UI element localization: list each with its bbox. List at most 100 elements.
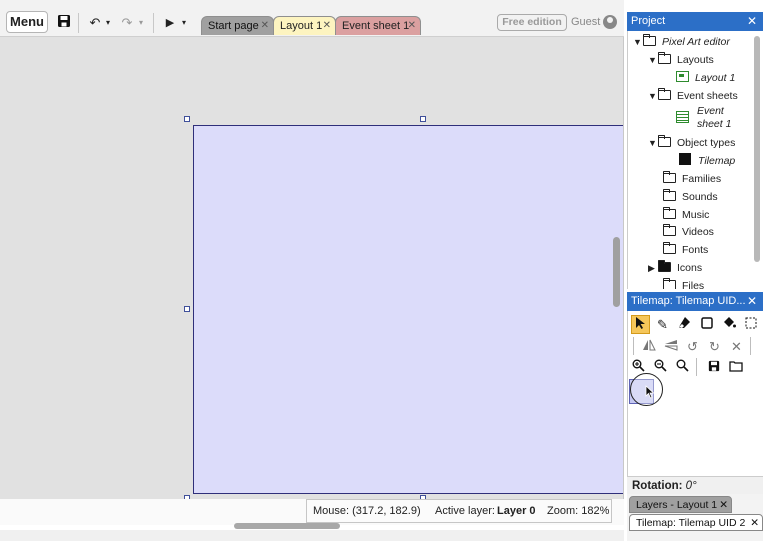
horizontal-scrollbar[interactable] — [234, 523, 340, 529]
tree-label: Fonts — [682, 244, 709, 256]
tilemap-panel-header: Tilemap: Tilemap UID... ✕ — [627, 292, 763, 311]
free-edition-badge[interactable]: Free edition — [497, 14, 567, 31]
tree-item-layouts[interactable]: ▼ Layouts — [648, 52, 714, 68]
rectangle-tool-icon[interactable] — [697, 315, 716, 334]
tab-label: Event sheet 1 — [342, 20, 410, 32]
play-icon[interactable]: ▶ — [163, 14, 177, 32]
vertical-scrollbar[interactable] — [613, 237, 620, 307]
folder-icon — [658, 88, 671, 100]
tree-label: Object types — [677, 137, 736, 149]
open-folder-icon[interactable] — [726, 358, 745, 377]
user-label[interactable]: Guest — [571, 16, 600, 28]
collapse-triangle-icon[interactable]: ▶ — [648, 260, 658, 276]
panel-title: Tilemap: Tilemap UID... — [631, 295, 746, 307]
play-dropdown-icon[interactable]: ▾ — [180, 14, 188, 32]
expand-triangle-icon[interactable]: ▼ — [648, 135, 658, 151]
tree-item-fonts[interactable]: Fonts — [663, 242, 708, 258]
folder-icon — [658, 260, 671, 272]
flip-vertical-icon[interactable] — [661, 337, 680, 356]
tree-item-object-types[interactable]: ▼ Object types — [648, 135, 735, 151]
tab-label: Tilemap: Tilemap UID 2 — [636, 517, 746, 529]
expand-triangle-icon[interactable]: ▼ — [633, 34, 643, 50]
tree-item-music[interactable]: Music — [663, 207, 709, 223]
layout-canvas[interactable] — [0, 37, 624, 499]
tree-label: Event — [697, 105, 724, 117]
save-icon[interactable] — [56, 14, 72, 32]
close-icon[interactable]: ✕ — [747, 12, 757, 31]
resize-handle[interactable] — [420, 116, 426, 122]
tab-label: Start page — [208, 20, 259, 32]
zoom-level: Zoom: 182% — [547, 505, 610, 517]
tree-item-videos[interactable]: Videos — [663, 224, 714, 240]
resize-handle[interactable] — [184, 116, 190, 122]
tree-label: Pixel Art editor — [662, 36, 730, 48]
tree-item-icons[interactable]: ▶ Icons — [648, 260, 702, 276]
tree-label: Videos — [682, 226, 714, 238]
rotate-cw-icon[interactable]: ↻ — [705, 337, 724, 356]
project-scrollbar[interactable] — [754, 36, 760, 262]
flip-horizontal-icon[interactable] — [639, 337, 658, 356]
redo-icon[interactable]: ↷ — [118, 14, 136, 32]
close-icon[interactable]: ✕ — [719, 497, 728, 513]
toolbar-separator — [696, 358, 697, 376]
project-tree: ▼ Pixel Art editor ▼ Layouts Layout 1 ▼ Eve… — [627, 31, 763, 289]
marquee-select-icon[interactable] — [741, 315, 760, 334]
event-sheet-icon — [676, 111, 689, 123]
tab-label: Layers - Layout 1 — [636, 499, 718, 511]
user-avatar-icon[interactable] — [603, 15, 617, 29]
close-icon[interactable]: ✕ — [323, 17, 331, 35]
select-tool-icon[interactable] — [631, 315, 650, 334]
close-icon[interactable]: ✕ — [261, 17, 269, 35]
resize-handle[interactable] — [184, 306, 190, 312]
status-info: Mouse: (317.2, 182.9) Active layer: Laye… — [306, 499, 612, 523]
tree-label: sheet 1 — [697, 118, 732, 130]
tree-item-sounds[interactable]: Sounds — [663, 189, 718, 205]
menu-button[interactable]: Menu — [6, 11, 48, 33]
close-icon[interactable]: ✕ — [408, 17, 416, 35]
tab-layers[interactable]: Layers - Layout 1 ✕ — [629, 496, 732, 513]
active-layer-label: Active layer: — [435, 505, 495, 517]
tree-item-event-sheet-1[interactable] — [676, 111, 695, 127]
close-icon[interactable]: ✕ — [750, 515, 759, 531]
rotate-ccw-icon[interactable]: ↺ — [683, 337, 702, 356]
mouse-position: Mouse: (317.2, 182.9) — [313, 505, 421, 517]
mouse-cursor-icon — [645, 385, 655, 402]
tab-start-page[interactable]: Start page ✕ — [201, 16, 274, 35]
tab-tilemap[interactable]: Tilemap: Tilemap UID 2 ✕ — [629, 514, 763, 531]
tab-event-sheet-1[interactable]: Event sheet 1 ✕ — [335, 16, 421, 35]
undo-dropdown-icon[interactable]: ▾ — [104, 14, 112, 32]
expand-triangle-icon[interactable]: ▼ — [648, 88, 658, 104]
layout-area[interactable] — [193, 125, 623, 494]
rotation-value: 0° — [685, 480, 697, 492]
project-panel-header: Project ✕ — [627, 12, 763, 31]
rotation-display: Rotation: 0° — [627, 476, 763, 494]
tree-label: Icons — [677, 262, 703, 274]
clear-icon[interactable]: ✕ — [727, 337, 746, 356]
eraser-tool-icon[interactable] — [675, 315, 694, 334]
rotation-label: Rotation: — [632, 480, 683, 492]
tree-item-tilemap[interactable]: Tilemap — [679, 153, 735, 169]
tree-item-root[interactable]: ▼ Pixel Art editor — [633, 34, 730, 50]
folder-icon — [663, 242, 676, 254]
pencil-tool-icon[interactable]: ✎ — [653, 315, 672, 334]
bottom-strip — [0, 530, 624, 541]
undo-icon[interactable]: ↶ — [86, 14, 104, 32]
tree-item-families[interactable]: Families — [663, 171, 721, 187]
tab-layout-1[interactable]: Layout 1 ✕ — [273, 16, 336, 35]
toolbar-separator — [153, 13, 154, 33]
folder-icon — [663, 189, 676, 201]
tree-item-files[interactable]: Files — [663, 278, 704, 289]
expand-triangle-icon[interactable]: ▼ — [648, 52, 658, 68]
toolbar-separator — [633, 337, 634, 355]
tree-label: Sounds — [682, 191, 718, 203]
close-icon[interactable]: ✕ — [747, 292, 757, 311]
tree-label: Event sheets — [677, 90, 738, 102]
save-tileset-icon[interactable] — [704, 358, 723, 377]
redo-dropdown-icon[interactable]: ▾ — [137, 14, 145, 32]
zoom-reset-icon[interactable] — [673, 358, 692, 377]
fill-bucket-icon[interactable] — [719, 315, 738, 334]
tree-item-event-sheets[interactable]: ▼ Event sheets — [648, 88, 738, 104]
panel-title: Project — [631, 15, 666, 27]
tree-label: Tilemap — [698, 155, 736, 167]
tree-item-layout-1[interactable]: Layout 1 — [676, 70, 735, 86]
